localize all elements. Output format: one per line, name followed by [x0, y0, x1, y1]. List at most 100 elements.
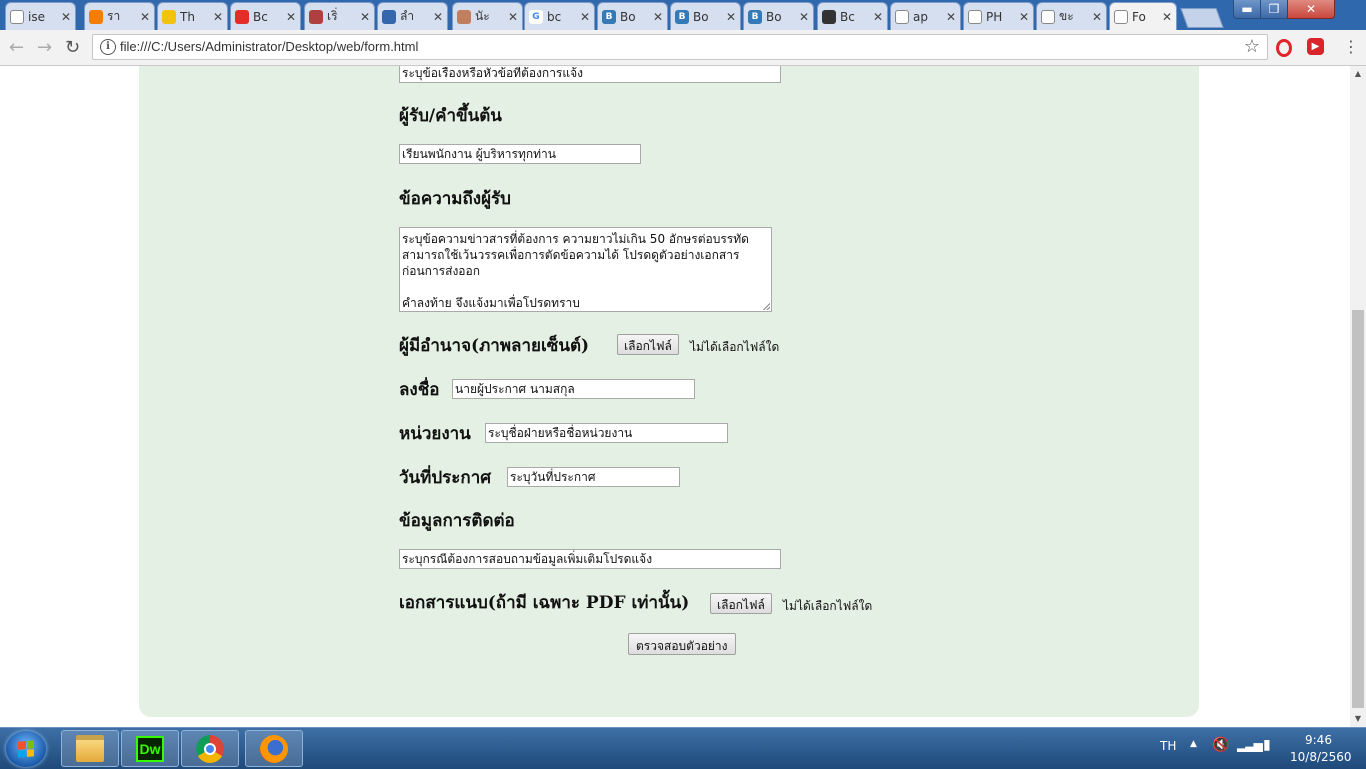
signer-label: ลงชื่อ — [399, 380, 440, 400]
maximize-button[interactable]: ❐ — [1260, 0, 1288, 19]
attachment-no-file-text: ไม่ได้เลือกไฟล์ใด — [783, 599, 873, 613]
department-input[interactable]: ระบุชื่อฝ่ายหรือชื่อหน่วยงาน — [485, 423, 728, 443]
generic-page-icon — [10, 9, 24, 24]
codepen-icon — [822, 9, 836, 24]
bookmark-star-icon[interactable]: ☆ — [1244, 36, 1260, 57]
browser-toolbar: ← → ↻ i file:///C:/Users/Administrator/D… — [0, 30, 1366, 66]
chrome-icon — [196, 734, 224, 763]
browser-tab[interactable]: ลำ ✕ — [377, 2, 448, 30]
browser-tab[interactable]: เริ่ ✕ — [304, 2, 375, 30]
tab-close-icon[interactable]: ✕ — [286, 10, 296, 24]
generic-page-icon — [1041, 9, 1055, 24]
tab-strip: ise ✕ รา ✕ Th ✕ Bc ✕ เริ่ ✕ ลำ ✕ นัะ ✕ Gbc ✕ B Bo ✕ B Bo ✕ B Bo… — [0, 0, 1366, 31]
browser-tab[interactable]: Th ✕ — [157, 2, 228, 30]
browser-tab[interactable]: PH ✕ — [963, 2, 1034, 30]
reload-button[interactable]: ↻ — [65, 37, 80, 58]
volume-muted-icon[interactable]: 🔇 — [1212, 737, 1229, 753]
info-icon[interactable]: i — [100, 39, 116, 55]
url-text: file:///C:/Users/Administrator/Desktop/w… — [120, 39, 419, 54]
department-label: หน่วยงาน — [399, 424, 471, 444]
back-button[interactable]: ← — [9, 37, 24, 58]
tab-title: PH — [986, 9, 1003, 24]
tab-close-icon[interactable]: ✕ — [1162, 10, 1172, 24]
browser-tab[interactable]: B Bo ✕ — [597, 2, 668, 30]
browser-tab[interactable]: นัะ ✕ — [452, 2, 523, 30]
recipient-input[interactable]: เรียนพนักงาน ผู้บริหารทุกท่าน — [399, 144, 641, 164]
vertical-scrollbar[interactable]: ▲ ▼ — [1350, 66, 1366, 727]
authority-choose-file-button[interactable]: เลือกไฟล์ — [617, 334, 679, 355]
taskbar-file-explorer[interactable] — [61, 730, 119, 767]
clock-time[interactable]: 9:46 — [1305, 733, 1332, 747]
tab-close-icon[interactable]: ✕ — [1092, 10, 1102, 24]
bootstrap-icon: B — [675, 9, 689, 24]
preview-button[interactable]: ตรวจสอบตัวอย่าง — [628, 633, 736, 655]
network-signal-icon[interactable]: ▂▃▅ — [1237, 738, 1263, 752]
tab-close-icon[interactable]: ✕ — [61, 10, 71, 24]
browser-tab[interactable]: B Bo ✕ — [670, 2, 741, 30]
forward-button[interactable]: → — [37, 37, 52, 58]
new-tab-button[interactable] — [1180, 8, 1224, 28]
subject-input[interactable]: ระบุข้อเรื่องหรือหัวข้อที่ต้องการแจ้ง — [399, 66, 781, 83]
language-indicator[interactable]: TH — [1160, 739, 1176, 753]
tab-title: ap — [913, 9, 928, 24]
video-extension-icon[interactable]: ▶ — [1307, 38, 1324, 55]
tab-close-icon[interactable]: ✕ — [508, 10, 518, 24]
windows-taskbar: Dw TH ▲ 🔇 ▂▃▅ ▮ 9:46 10/8/2560 — [0, 727, 1366, 769]
minimize-button[interactable]: ▬ — [1233, 0, 1261, 19]
battery-icon[interactable]: ▮ — [1263, 737, 1271, 753]
attachment-choose-file-button[interactable]: เลือกไฟล์ — [710, 593, 772, 614]
attachment-label: เอกสารแนบ(ถ้ามี เฉพาะ PDF เท่านั้น) — [399, 593, 690, 613]
scroll-down-arrow-icon[interactable]: ▼ — [1350, 711, 1366, 727]
scrollbar-thumb[interactable] — [1352, 310, 1364, 708]
date-input[interactable]: ระบุวันที่ประกาศ — [507, 467, 680, 487]
tab-title: Fo — [1132, 10, 1146, 24]
youtube-icon — [235, 9, 249, 24]
bootstrap-icon: B — [748, 9, 762, 24]
tab-close-icon[interactable]: ✕ — [213, 10, 223, 24]
google-icon: G — [529, 9, 543, 24]
tab-close-icon[interactable]: ✕ — [653, 10, 663, 24]
msn-icon — [382, 9, 396, 24]
browser-tab[interactable]: Bc ✕ — [230, 2, 301, 30]
page-content: ระบุข้อเรื่องหรือหัวข้อที่ต้องการแจ้ง ผู… — [0, 66, 1350, 727]
taskbar-chrome[interactable] — [181, 730, 239, 767]
close-window-button[interactable]: ✕ — [1287, 0, 1335, 19]
scroll-up-arrow-icon[interactable]: ▲ — [1350, 66, 1366, 82]
tab-close-icon[interactable]: ✕ — [580, 10, 590, 24]
avatar-icon — [457, 9, 471, 24]
tab-title: Bc — [253, 9, 268, 24]
browser-tab[interactable]: Bc ✕ — [817, 2, 888, 30]
tab-title: Th — [180, 9, 195, 24]
browser-tab[interactable]: B Bo ✕ — [743, 2, 814, 30]
browser-tab[interactable]: ap ✕ — [890, 2, 961, 30]
tab-close-icon[interactable]: ✕ — [360, 10, 370, 24]
taskbar-firefox[interactable] — [245, 730, 303, 767]
browser-tab[interactable]: ขะ ✕ — [1036, 2, 1107, 30]
tab-title: Bo — [620, 9, 636, 24]
blogger-icon — [89, 9, 103, 24]
message-textarea[interactable]: ระบุข้อความข่าวสารที่ต้องการ ความยาวไม่เ… — [399, 227, 772, 312]
browser-tab[interactable]: ise ✕ — [5, 2, 76, 30]
tab-title: Bo — [693, 9, 709, 24]
opera-extension-icon[interactable] — [1276, 39, 1292, 57]
tab-close-icon[interactable]: ✕ — [433, 10, 443, 24]
tab-close-icon[interactable]: ✕ — [726, 10, 736, 24]
start-button[interactable] — [6, 731, 46, 767]
signer-input[interactable]: นายผู้ประกาศ นามสกุล — [452, 379, 695, 399]
tab-title: ise — [28, 9, 45, 24]
tab-close-icon[interactable]: ✕ — [1019, 10, 1029, 24]
contact-input[interactable]: ระบุกรณีต้องการสอบถามข้อมูลเพิ่มเติมโปรด… — [399, 549, 781, 569]
browser-tab[interactable]: รา ✕ — [84, 2, 155, 30]
tab-title: รา — [107, 9, 121, 23]
taskbar-dreamweaver[interactable]: Dw — [121, 730, 179, 767]
address-bar[interactable]: i file:///C:/Users/Administrator/Desktop… — [92, 34, 1268, 60]
tab-close-icon[interactable]: ✕ — [946, 10, 956, 24]
browser-tab[interactable]: Gbc ✕ — [524, 2, 595, 30]
tab-close-icon[interactable]: ✕ — [140, 10, 150, 24]
show-hidden-icons-arrow-icon[interactable]: ▲ — [1190, 739, 1197, 749]
browser-tab[interactable]: Fo ✕ — [1109, 2, 1177, 31]
menu-icon[interactable]: ⋮ — [1343, 37, 1359, 56]
clock-date[interactable]: 10/8/2560 — [1290, 750, 1352, 764]
tab-close-icon[interactable]: ✕ — [873, 10, 883, 24]
tab-close-icon[interactable]: ✕ — [799, 10, 809, 24]
